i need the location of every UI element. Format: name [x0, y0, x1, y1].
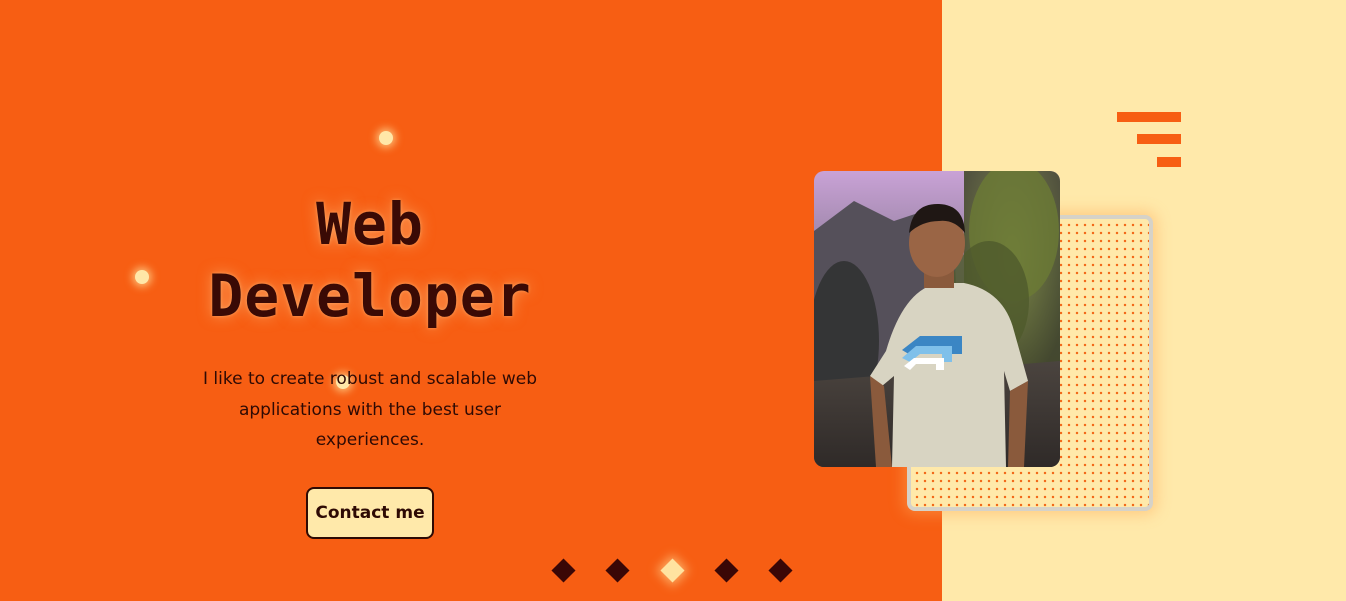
hero-description: I like to create robust and scalable web…	[203, 369, 537, 450]
decorative-dot	[135, 270, 149, 284]
profile-photo	[814, 171, 1060, 467]
menu-icon[interactable]	[1117, 112, 1181, 168]
title-line-web: Web	[316, 190, 424, 258]
title-line-developer: Developer	[208, 262, 532, 330]
menu-bar	[1137, 134, 1181, 144]
decorative-dot	[379, 131, 393, 145]
page-title: Web Developer	[170, 188, 570, 332]
contact-button[interactable]: Contact me	[306, 487, 434, 539]
menu-bar	[1117, 112, 1181, 122]
menu-bar	[1157, 157, 1181, 167]
